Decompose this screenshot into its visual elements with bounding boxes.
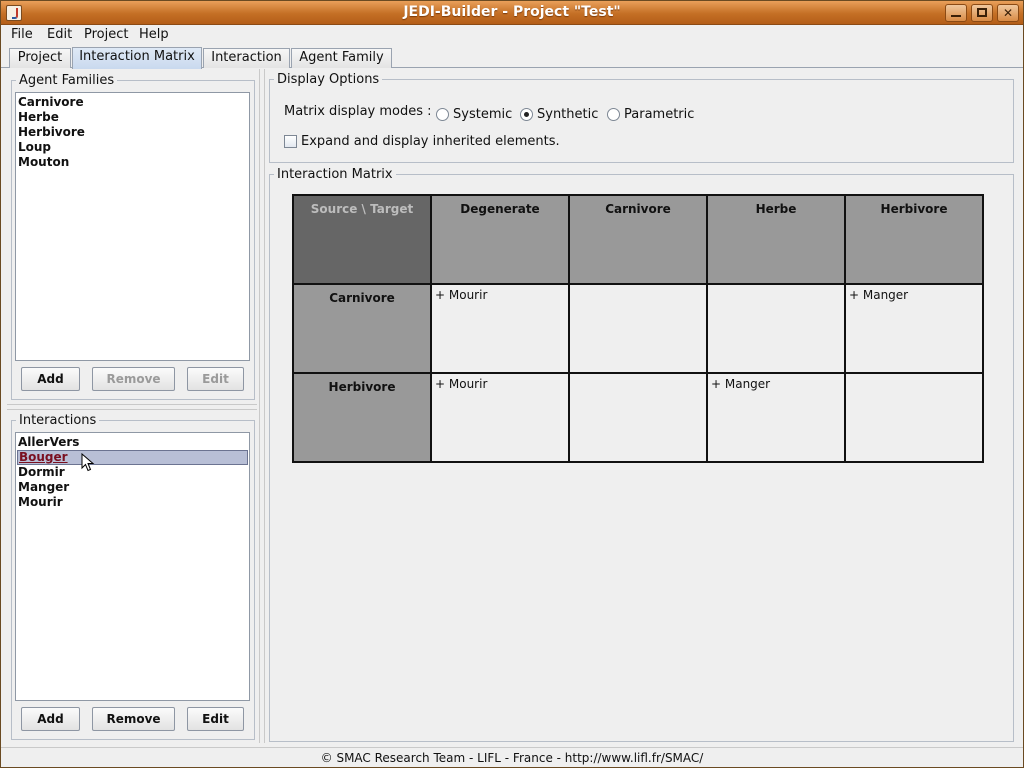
horizontal-split-divider[interactable] — [7, 404, 257, 410]
menu-bar: File Edit Project Help — [1, 25, 1023, 45]
interaction-matrix-title: Interaction Matrix — [274, 167, 396, 182]
minimize-icon — [951, 15, 961, 17]
matrix-cell[interactable] — [568, 283, 708, 374]
list-item[interactable]: Mourir — [17, 495, 248, 510]
list-item[interactable]: Loup — [17, 140, 248, 155]
list-item[interactable]: AllerVers — [17, 435, 248, 450]
list-item[interactable]: Carnivore — [17, 95, 248, 110]
matrix-cell[interactable] — [844, 372, 984, 463]
radio-synthetic-label[interactable]: Synthetic — [537, 107, 598, 122]
menu-help[interactable]: Help — [139, 27, 169, 42]
tab-interaction[interactable]: Interaction — [203, 48, 290, 68]
list-item[interactable]: Mouton — [17, 155, 248, 170]
title-bar[interactable]: JEDI-Builder - Project "Test" ✕ — [1, 1, 1023, 25]
mouse-pointer-icon — [81, 453, 95, 472]
matrix-cell[interactable] — [706, 283, 846, 374]
interaction-matrix-table: Source \ Target Degenerate Carnivore Her… — [292, 194, 984, 463]
menu-edit[interactable]: Edit — [47, 27, 72, 42]
close-button[interactable]: ✕ — [997, 4, 1019, 22]
radio-parametric[interactable] — [607, 108, 620, 121]
expand-inherited-checkbox[interactable] — [284, 135, 297, 148]
window-title: JEDI-Builder - Project "Test" — [403, 4, 621, 20]
tab-project[interactable]: Project — [9, 48, 71, 68]
agent-families-title: Agent Families — [16, 73, 118, 88]
list-item[interactable]: Herbivore — [17, 125, 248, 140]
radio-synthetic[interactable] — [520, 108, 533, 121]
matrix-cell[interactable]: + Manger — [706, 372, 846, 463]
matrix-column-header[interactable]: Carnivore — [568, 194, 708, 285]
radio-systemic[interactable] — [436, 108, 449, 121]
matrix-column-header[interactable]: Herbe — [706, 194, 846, 285]
matrix-column-header[interactable]: Degenerate — [430, 194, 570, 285]
application-window: JEDI-Builder - Project "Test" ✕ File Edi… — [0, 0, 1024, 768]
matrix-display-modes-label: Matrix display modes : — [284, 104, 432, 119]
tab-agent-family[interactable]: Agent Family — [291, 48, 392, 68]
edit-agent-family-button[interactable]: Edit — [187, 367, 244, 391]
add-interaction-button[interactable]: Add — [21, 707, 80, 731]
add-agent-family-button[interactable]: Add — [21, 367, 80, 391]
remove-interaction-button[interactable]: Remove — [92, 707, 175, 731]
list-item[interactable]: Manger — [17, 480, 248, 495]
matrix-cell[interactable]: + Manger — [844, 283, 984, 374]
matrix-row-header[interactable]: Herbivore — [292, 372, 432, 463]
maximize-icon — [977, 8, 987, 17]
display-options-title: Display Options — [274, 72, 383, 87]
matrix-cell[interactable] — [568, 372, 708, 463]
list-item[interactable]: Dormir — [17, 465, 248, 480]
list-item-selected[interactable]: Bouger — [17, 450, 248, 465]
vertical-split-divider[interactable] — [259, 69, 265, 743]
radio-parametric-label[interactable]: Parametric — [624, 107, 694, 122]
edit-interaction-button[interactable]: Edit — [187, 707, 244, 731]
remove-agent-family-button[interactable]: Remove — [92, 367, 175, 391]
interactions-list[interactable]: AllerVers Bouger Dormir Manger Mourir — [15, 432, 250, 701]
matrix-column-header[interactable]: Herbivore — [844, 194, 984, 285]
close-icon: ✕ — [1002, 6, 1014, 20]
agent-families-list[interactable]: Carnivore Herbe Herbivore Loup Mouton — [15, 92, 250, 361]
tab-interaction-matrix[interactable]: Interaction Matrix — [72, 47, 202, 69]
maximize-button[interactable] — [971, 4, 993, 22]
minimize-button[interactable] — [945, 4, 967, 22]
matrix-row-header[interactable]: Carnivore — [292, 283, 432, 374]
interactions-title: Interactions — [16, 413, 100, 428]
list-item[interactable]: Herbe — [17, 110, 248, 125]
tab-bar: Project Interaction Matrix Interaction A… — [1, 46, 1023, 69]
expand-inherited-label[interactable]: Expand and display inherited elements. — [301, 134, 560, 149]
menu-file[interactable]: File — [11, 27, 33, 42]
matrix-cell[interactable]: + Mourir — [430, 372, 570, 463]
menu-project[interactable]: Project — [84, 27, 128, 42]
radio-systemic-label[interactable]: Systemic — [453, 107, 512, 122]
matrix-corner-cell: Source \ Target — [292, 194, 432, 285]
status-bar: © SMAC Research Team - LIFL - France - h… — [1, 747, 1023, 767]
matrix-cell[interactable]: + Mourir — [430, 283, 570, 374]
